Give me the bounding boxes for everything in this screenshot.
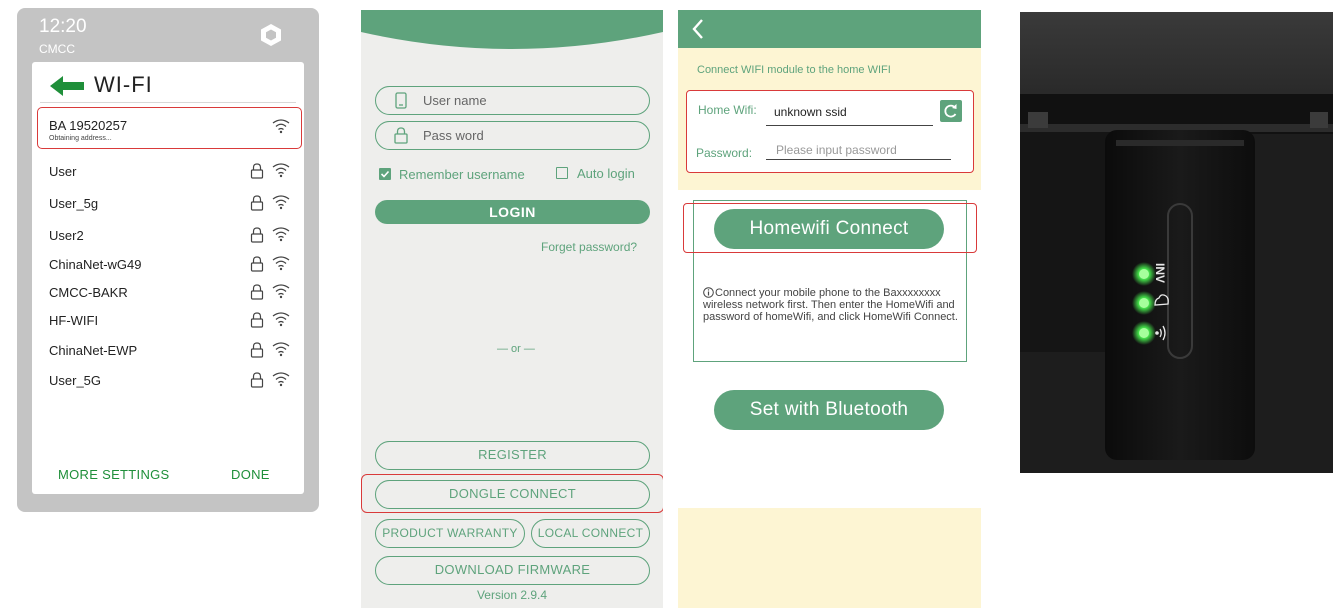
login-screen: User name Pass word Remember username Au… <box>361 10 663 608</box>
version-label: Version 2.9.4 <box>476 588 548 602</box>
dongle-connect-button[interactable]: DONGLE CONNECT <box>375 480 650 509</box>
lock-icon <box>250 256 264 272</box>
wifi-signal-icon <box>272 372 290 387</box>
register-button[interactable]: REGISTER <box>375 441 650 470</box>
refresh-button[interactable] <box>940 100 962 122</box>
network-ssid: ChinaNet-wG49 <box>49 257 142 272</box>
bottom-panel-bg <box>678 508 981 608</box>
or-separator: — or — <box>497 343 535 355</box>
password-input[interactable]: Pass word <box>375 121 650 150</box>
home-wifi-value[interactable]: unknown ssid <box>774 105 847 119</box>
password-placeholder: Pass word <box>423 128 484 143</box>
network-row[interactable]: User2 <box>32 226 304 248</box>
back-arrow-icon[interactable] <box>50 74 84 98</box>
instructions-text: Connect your mobile phone to the Baxxxxx… <box>703 287 958 323</box>
wifi-dialog: WI-FI BA 19520257 Obtaining address... U… <box>32 62 304 494</box>
done-button[interactable]: DONE <box>231 467 270 482</box>
wifi-signal-icon <box>272 256 290 271</box>
login-button[interactable]: LOGIN <box>375 200 650 224</box>
config-heading: Connect WIFI module to the home WIFI <box>697 64 891 76</box>
wifi-config-screen: Connect WIFI module to the home WIFI Hom… <box>678 10 981 608</box>
auto-login-label: Auto login <box>577 166 635 181</box>
wifi-signal-icon <box>272 119 290 134</box>
network-ssid: User2 <box>49 228 84 243</box>
title-divider <box>40 102 296 103</box>
dongle-image: INV <box>1020 12 1333 473</box>
network-row[interactable]: CMCC-BAKR <box>32 283 304 305</box>
remember-label: Remember username <box>399 167 525 182</box>
wifi-signal-icon <box>272 312 290 327</box>
network-ssid: User_5G <box>49 373 102 388</box>
lock-icon <box>250 372 264 388</box>
network-row[interactable]: User_5g <box>32 194 304 216</box>
lock-icon <box>250 195 264 211</box>
status-carrier: CMCC <box>39 42 75 56</box>
refresh-icon <box>944 104 957 118</box>
password-underline <box>766 159 951 160</box>
lock-icon <box>250 342 264 358</box>
network-ssid: CMCC-BAKR <box>49 285 128 300</box>
set-bluetooth-button[interactable]: Set with Bluetooth <box>714 390 944 430</box>
password-label: Password: <box>696 146 753 160</box>
forget-password-link[interactable]: Forget password? <box>541 240 637 254</box>
home-wifi-underline <box>766 125 933 126</box>
android-wifi-screen: 12:20 CMCC WI-FI BA 19520257 Obtaining a… <box>17 8 319 512</box>
network-row[interactable]: HF-WIFI <box>32 311 304 333</box>
wifi-signal-icon <box>272 284 290 299</box>
network-row[interactable]: ChinaNet-EWP <box>32 341 304 363</box>
lock-icon <box>394 127 408 144</box>
network-row[interactable]: ChinaNet-wG49 <box>32 255 304 277</box>
network-ssid: HF-WIFI <box>49 313 99 328</box>
wifi-title: WI-FI <box>94 72 153 97</box>
password-field[interactable]: Please input password <box>776 143 897 157</box>
network-ssid: ChinaNet-EWP <box>49 343 138 358</box>
svg-text:INV: INV <box>1153 263 1167 283</box>
top-bar <box>678 10 981 48</box>
lock-icon <box>250 312 264 328</box>
wifi-signal-icon <box>272 163 290 178</box>
lock-icon <box>250 227 264 243</box>
status-time: 12:20 <box>39 16 87 37</box>
username-placeholder: User name <box>423 93 487 108</box>
local-connect-button[interactable]: LOCAL CONNECT <box>531 519 650 548</box>
download-firmware-button[interactable]: DOWNLOAD FIRMWARE <box>375 556 650 585</box>
inv-label: INV <box>1153 263 1167 283</box>
selected-network-status: Obtaining address... <box>49 135 112 142</box>
wifi-signal-icon <box>272 342 290 357</box>
header-wave <box>361 10 663 49</box>
home-hexagon-icon[interactable] <box>259 23 283 47</box>
selected-network-ssid: BA 19520257 <box>49 118 128 133</box>
phone-icon <box>395 92 407 109</box>
wifi-signal-icon <box>272 195 290 210</box>
back-chevron-icon[interactable] <box>690 17 706 41</box>
product-warranty-button[interactable]: PRODUCT WARRANTY <box>375 519 525 548</box>
check-icon <box>380 170 390 178</box>
username-input[interactable]: User name <box>375 86 650 115</box>
remember-checkbox[interactable] <box>379 168 391 180</box>
network-row[interactable]: User <box>32 162 304 184</box>
wifi-signal-icon <box>272 227 290 242</box>
lock-icon <box>250 284 264 300</box>
more-settings-button[interactable]: MORE SETTINGS <box>58 467 170 482</box>
network-row[interactable]: User_5G <box>32 371 304 393</box>
homewifi-connect-button[interactable]: Homewifi Connect <box>714 209 944 249</box>
network-ssid: User <box>49 164 77 179</box>
auto-login-checkbox[interactable] <box>556 167 568 179</box>
wifi-dongle-photo: INV <box>1020 12 1333 473</box>
lock-icon <box>250 163 264 179</box>
network-ssid: User_5g <box>49 196 99 211</box>
home-wifi-label: Home Wifi: <box>698 103 757 117</box>
